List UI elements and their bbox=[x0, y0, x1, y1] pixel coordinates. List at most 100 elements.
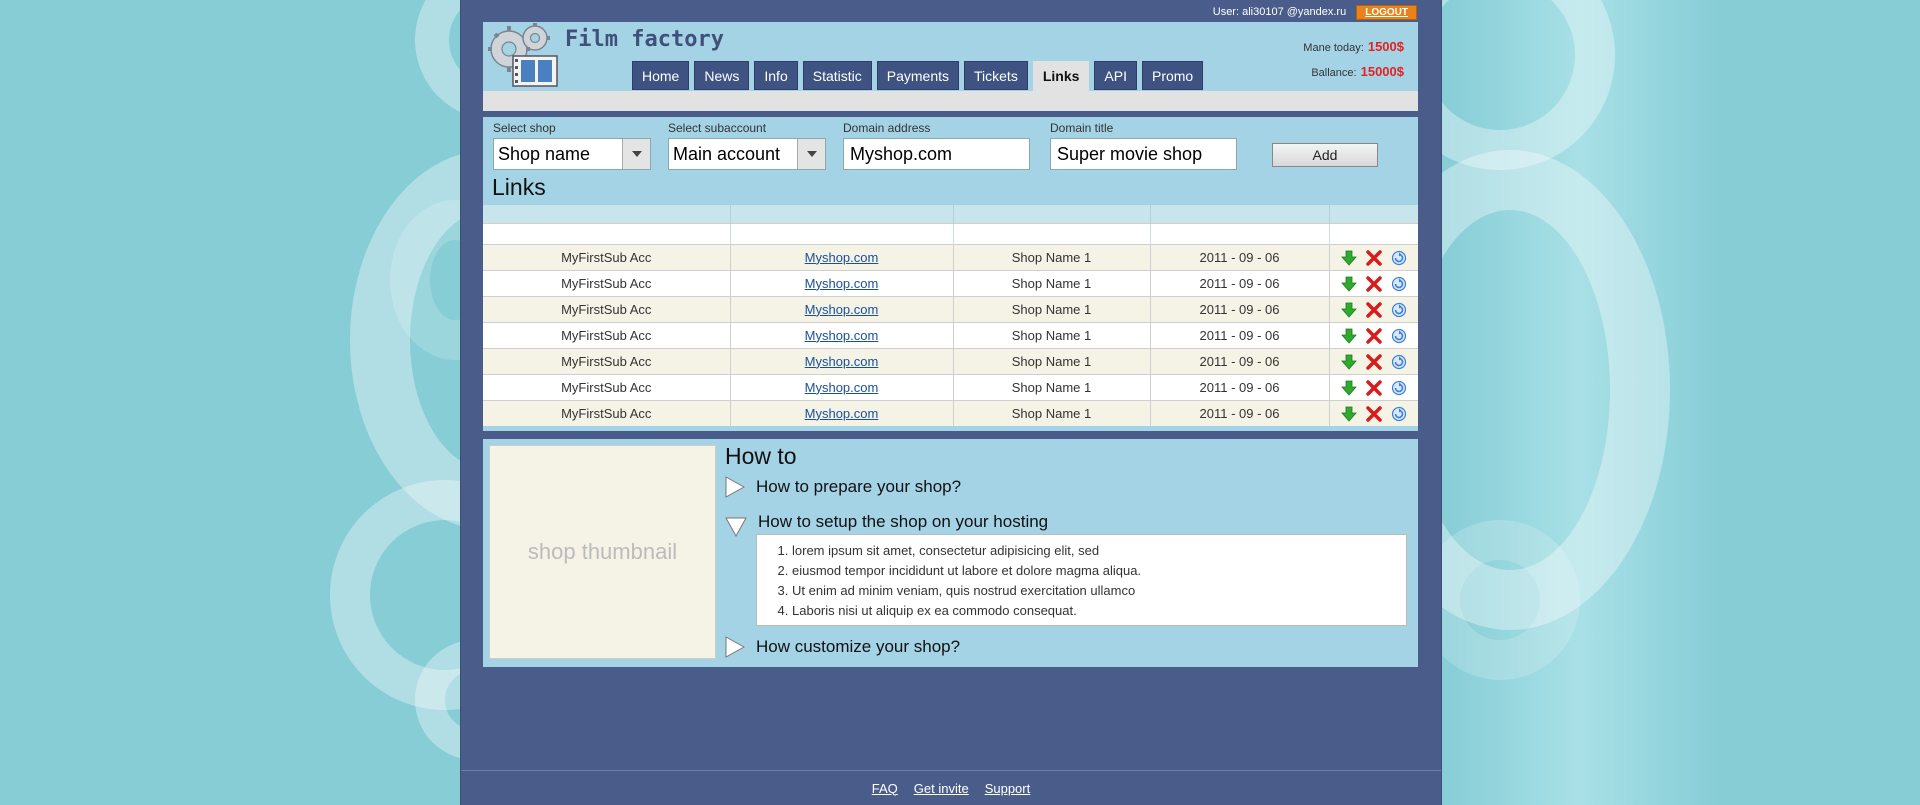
site-title: Film factory bbox=[565, 27, 724, 52]
actions-cell bbox=[1329, 374, 1418, 400]
refresh-icon[interactable] bbox=[1390, 327, 1408, 345]
domain-cell: Myshop.com bbox=[730, 399, 954, 426]
table-row: MyFirstSub Acc Myshop.com Shop Name 1 2011 … bbox=[483, 243, 1418, 270]
tab-promo[interactable]: Promo bbox=[1141, 61, 1204, 90]
list-item: Laboris nisi ut aliquip ex ea commodo co… bbox=[792, 601, 1406, 621]
balance-label: Ballance: bbox=[1311, 67, 1357, 79]
list-item: eiusmod tempor incididunt ut labore et d… bbox=[792, 561, 1406, 581]
subaccount-select-field: Select subaccount Main account bbox=[668, 121, 826, 170]
download-arrow-icon[interactable] bbox=[1340, 275, 1358, 293]
background-ring bbox=[1420, 520, 1580, 680]
account-cell: MyFirstSub Acc bbox=[483, 373, 731, 400]
user-email: User: ali30107 @yandex.ru bbox=[1212, 6, 1347, 18]
domain-title-label: Domain title bbox=[1050, 121, 1114, 135]
refresh-icon[interactable] bbox=[1390, 249, 1408, 267]
tab-api[interactable]: API bbox=[1094, 61, 1137, 90]
domain-cell: Myshop.com bbox=[730, 243, 954, 270]
delete-x-icon[interactable] bbox=[1365, 301, 1383, 319]
tab-links[interactable]: Links bbox=[1032, 61, 1090, 91]
subaccount-select-label: Select subaccount bbox=[668, 121, 767, 135]
add-button[interactable]: Add bbox=[1272, 143, 1378, 167]
domain-address-field: Domain address bbox=[843, 121, 1030, 170]
howto-item-label: How to setup the shop on your hosting bbox=[758, 512, 1049, 531]
delete-x-icon[interactable] bbox=[1365, 249, 1383, 267]
balance-value: 15000$ bbox=[1360, 64, 1404, 79]
domain-link[interactable]: Myshop.com bbox=[805, 406, 879, 421]
download-arrow-icon[interactable] bbox=[1340, 405, 1358, 423]
howto-item-setup[interactable]: How to setup the shop on your hosting bbox=[725, 507, 1048, 537]
tab-info[interactable]: Info bbox=[754, 61, 798, 90]
howto-steps-list: lorem ipsum sit amet, consectetur adipis… bbox=[792, 541, 1406, 621]
refresh-icon[interactable] bbox=[1390, 379, 1408, 397]
download-arrow-icon[interactable] bbox=[1340, 327, 1358, 345]
howto-panel: shop thumbnail How to How to prepare you… bbox=[483, 439, 1418, 667]
account-stats: Mane today: 1500$ Ballance: 15000$ bbox=[1303, 35, 1404, 85]
account-cell: MyFirstSub Acc bbox=[483, 295, 731, 322]
table-row: MyFirstSub Acc Myshop.com Shop Name 1 2011 … bbox=[483, 269, 1418, 296]
table-row: MyFirstSub Acc Myshop.com Shop Name 1 2011 … bbox=[483, 295, 1418, 322]
date-cell: 2011 - 09 - 06 bbox=[1150, 347, 1330, 374]
tab-home[interactable]: Home bbox=[632, 61, 690, 90]
subaccount-select[interactable]: Main account bbox=[668, 138, 826, 170]
footer-link-support[interactable]: Support bbox=[985, 781, 1031, 796]
refresh-icon[interactable] bbox=[1390, 275, 1408, 293]
footer-link-get-invite[interactable]: Get invite bbox=[914, 781, 969, 796]
links-table: MyFirstSub Acc Myshop.com Shop Name 1 2011 … bbox=[483, 205, 1418, 426]
howto-item-label: How customize your shop? bbox=[756, 637, 961, 656]
delete-x-icon[interactable] bbox=[1365, 275, 1383, 293]
header-strip bbox=[483, 91, 1418, 111]
table-row: MyFirstSub Acc Myshop.com Shop Name 1 2011 … bbox=[483, 321, 1418, 348]
account-cell: MyFirstSub Acc bbox=[483, 399, 731, 426]
tab-news[interactable]: News bbox=[694, 61, 750, 90]
triangle-right-icon bbox=[725, 476, 745, 498]
chevron-down-icon[interactable] bbox=[797, 139, 825, 169]
shop-thumbnail: shop thumbnail bbox=[489, 445, 716, 659]
delete-x-icon[interactable] bbox=[1365, 353, 1383, 371]
domain-address-label: Domain address bbox=[843, 121, 931, 135]
shop-select-field: Select shop Shop name bbox=[493, 121, 651, 170]
table-row: MyFirstSub Acc Myshop.com Shop Name 1 2011 … bbox=[483, 347, 1418, 374]
domain-link[interactable]: Myshop.com bbox=[805, 250, 879, 265]
shop-cell: Shop Name 1 bbox=[953, 295, 1151, 322]
tab-tickets[interactable]: Tickets bbox=[964, 61, 1028, 90]
howto-item-prepare[interactable]: How to prepare your shop? bbox=[725, 476, 961, 498]
download-arrow-icon[interactable] bbox=[1340, 301, 1358, 319]
delete-x-icon[interactable] bbox=[1365, 379, 1383, 397]
footer-link-faq[interactable]: FAQ bbox=[872, 781, 898, 796]
triangle-down-icon bbox=[725, 517, 747, 537]
user-bar: User: ali30107 @yandex.ru LOGOUT bbox=[1213, 4, 1417, 20]
list-item: lorem ipsum sit amet, consectetur adipis… bbox=[792, 541, 1406, 561]
subaccount-select-value: Main account bbox=[673, 144, 781, 164]
howto-item-customize[interactable]: How customize your shop? bbox=[725, 636, 960, 658]
domain-link[interactable]: Myshop.com bbox=[805, 328, 879, 343]
domain-link[interactable]: Myshop.com bbox=[805, 354, 879, 369]
logout-button[interactable]: LOGOUT bbox=[1356, 4, 1417, 20]
download-arrow-icon[interactable] bbox=[1340, 353, 1358, 371]
mane-today-label: Mane today: bbox=[1303, 42, 1364, 54]
refresh-icon[interactable] bbox=[1390, 353, 1408, 371]
delete-x-icon[interactable] bbox=[1365, 327, 1383, 345]
download-arrow-icon[interactable] bbox=[1340, 249, 1358, 267]
tab-payments[interactable]: Payments bbox=[876, 61, 959, 90]
domain-cell: Myshop.com bbox=[730, 321, 954, 348]
domain-title-field: Domain title bbox=[1050, 121, 1237, 170]
tab-statistic[interactable]: Statistic bbox=[802, 61, 872, 90]
domain-title-input[interactable] bbox=[1050, 138, 1237, 170]
refresh-icon[interactable] bbox=[1390, 405, 1408, 423]
table-row: MyFirstSub Acc Myshop.com Shop Name 1 2011 … bbox=[483, 399, 1418, 426]
download-arrow-icon[interactable] bbox=[1340, 379, 1358, 397]
refresh-icon[interactable] bbox=[1390, 301, 1408, 319]
delete-x-icon[interactable] bbox=[1365, 405, 1383, 423]
domain-link[interactable]: Myshop.com bbox=[805, 380, 879, 395]
actions-cell bbox=[1329, 400, 1418, 426]
main-nav: Home News Info Statistic Payments Ticket… bbox=[632, 61, 1204, 91]
table-header bbox=[483, 205, 1418, 223]
account-cell: MyFirstSub Acc bbox=[483, 269, 731, 296]
domain-link[interactable]: Myshop.com bbox=[805, 276, 879, 291]
domain-address-input[interactable] bbox=[843, 138, 1030, 170]
actions-cell bbox=[1329, 296, 1418, 322]
domain-link[interactable]: Myshop.com bbox=[805, 302, 879, 317]
chevron-down-icon[interactable] bbox=[622, 139, 650, 169]
shop-select[interactable]: Shop name bbox=[493, 138, 651, 170]
date-cell: 2011 - 09 - 06 bbox=[1150, 373, 1330, 400]
